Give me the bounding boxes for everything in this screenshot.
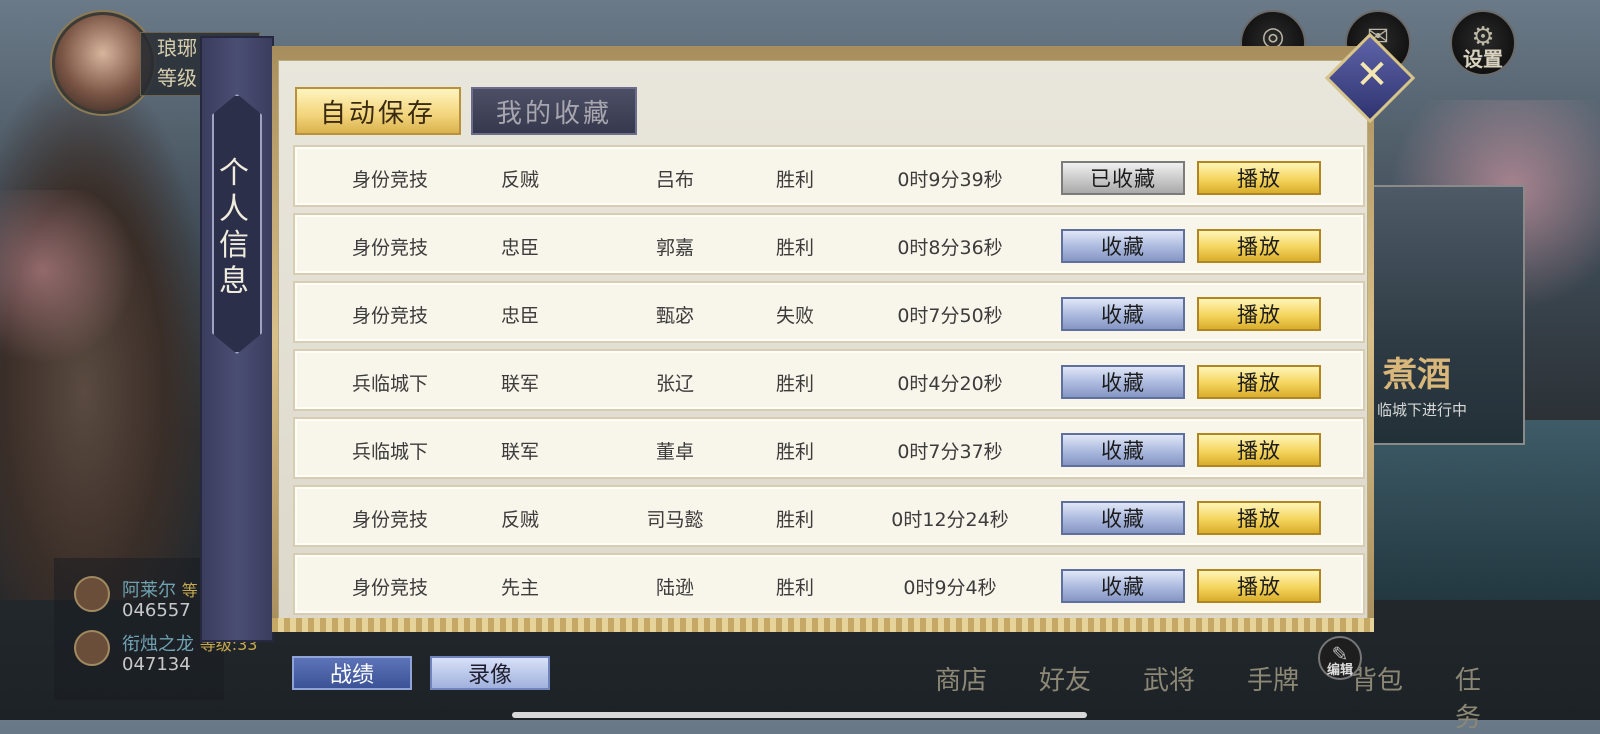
result-cell: 胜利: [775, 237, 814, 259]
settings-icon[interactable]: ⚙ 设置: [1450, 10, 1516, 76]
avatar: [74, 630, 110, 666]
table-row: 身份竞技 忠臣 甄宓 失败 0时7分50秒 收藏 播放: [293, 281, 1365, 343]
table-row: 兵临城下 联军 张辽 胜利 0时4分20秒 收藏 播放: [293, 349, 1365, 411]
favorite-button[interactable]: 收藏: [1061, 365, 1185, 399]
chat-panel[interactable]: 阿莱尔 等 046557 衔烛之龙 等级:33 047134: [54, 558, 258, 700]
result-cell: 失败: [775, 305, 814, 327]
role-cell: 反贼: [500, 509, 539, 531]
dialog-ribbon: [272, 618, 1374, 632]
tab-stats[interactable]: 战绩: [292, 656, 412, 690]
nav-friends[interactable]: 好友: [1039, 660, 1091, 697]
hero-cell: 郭嘉: [655, 237, 694, 259]
side-tab-label: 个人信息: [219, 156, 249, 299]
side-panel: [200, 36, 274, 642]
favorited-button[interactable]: 已收藏: [1061, 161, 1185, 195]
tab-my-favorites[interactable]: 我的收藏: [471, 87, 637, 135]
result-cell: 胜利: [775, 441, 814, 463]
hero-cell: 张辽: [655, 373, 694, 395]
nav-hand-cards[interactable]: 手牌: [1247, 660, 1299, 697]
role-cell: 联军: [500, 373, 539, 395]
avatar: [74, 576, 110, 612]
chat-id: 046557: [122, 600, 191, 621]
game-mode-cell: 身份竞技: [351, 577, 428, 599]
hero-cell: 董卓: [655, 441, 694, 463]
chat-id: 047134: [122, 654, 191, 675]
event-promo-card[interactable]: 煮酒 临城下进行中: [1355, 185, 1525, 445]
duration-cell: 0时9分39秒: [897, 169, 1003, 191]
chat-name: 阿莱尔: [122, 580, 176, 601]
play-button[interactable]: 播放: [1197, 433, 1321, 467]
duration-cell: 0时4分20秒: [897, 373, 1003, 395]
hero-cell: 陆逊: [655, 577, 694, 599]
result-cell: 胜利: [775, 509, 814, 531]
game-mode-cell: 身份竞技: [351, 509, 428, 531]
result-cell: 胜利: [775, 373, 814, 395]
background-blossom-left: [0, 190, 140, 390]
hero-cell: 甄宓: [655, 305, 694, 327]
chat-level: 等: [181, 581, 198, 600]
promo-title: 煮酒: [1383, 355, 1451, 395]
game-mode-cell: 兵临城下: [351, 441, 428, 463]
tab-auto-save[interactable]: 自动保存: [295, 87, 461, 135]
favorite-button[interactable]: 收藏: [1061, 433, 1185, 467]
game-mode-cell: 身份竞技: [351, 237, 428, 259]
play-button[interactable]: 播放: [1197, 297, 1321, 331]
role-cell: 忠臣: [500, 237, 539, 259]
favorite-button[interactable]: 收藏: [1061, 501, 1185, 535]
duration-cell: 0时7分37秒: [897, 441, 1003, 463]
play-button[interactable]: 播放: [1197, 161, 1321, 195]
favorite-button[interactable]: 收藏: [1061, 297, 1185, 331]
background-water: [1350, 420, 1600, 600]
promo-subtitle: 临城下进行中: [1377, 401, 1468, 419]
duration-cell: 0时12分24秒: [891, 509, 1009, 531]
role-cell: 反贼: [500, 169, 539, 191]
replay-dialog: 自动保存 我的收藏 身份竞技 反贼 吕布 胜利 0时9分39秒 已收藏 播放 身份竞技 忠臣 郭嘉…: [272, 46, 1374, 632]
play-button[interactable]: 播放: [1197, 365, 1321, 399]
home-indicator[interactable]: [512, 712, 1087, 718]
hero-cell: 吕布: [655, 169, 694, 191]
play-button[interactable]: 播放: [1197, 501, 1321, 535]
nav-shop[interactable]: 商店: [935, 660, 987, 697]
table-row: 身份竞技 忠臣 郭嘉 胜利 0时8分36秒 收藏 播放: [293, 213, 1365, 275]
hero-cell: 司马懿: [646, 509, 704, 531]
nav-generals[interactable]: 武将: [1143, 660, 1195, 697]
edit-icon[interactable]: ✎ 编辑: [1318, 636, 1362, 680]
role-cell: 先主: [500, 577, 539, 599]
duration-cell: 0时9分4秒: [903, 577, 997, 599]
game-mode-cell: 兵临城下: [351, 373, 428, 395]
chat-name: 衔烛之龙: [122, 634, 194, 655]
duration-cell: 0时7分50秒: [897, 305, 1003, 327]
close-icon[interactable]: ✕: [1352, 50, 1392, 100]
player-avatar[interactable]: [52, 12, 154, 114]
role-cell: 联军: [500, 441, 539, 463]
dialog-body: 自动保存 我的收藏 身份竞技 反贼 吕布 胜利 0时9分39秒 已收藏 播放 身份竞技 忠臣 郭嘉…: [278, 60, 1368, 622]
play-button[interactable]: 播放: [1197, 229, 1321, 263]
bottom-nav: 商店 好友 武将 手牌 背包 任务: [935, 660, 1495, 733]
favorite-button[interactable]: 收藏: [1061, 569, 1185, 603]
table-row: 兵临城下 联军 董卓 胜利 0时7分37秒 收藏 播放: [293, 417, 1365, 479]
table-row: 身份竞技 先主 陆逊 胜利 0时9分4秒 收藏 播放: [293, 553, 1365, 615]
game-mode-cell: 身份竞技: [351, 169, 428, 191]
favorite-button[interactable]: 收藏: [1061, 229, 1185, 263]
result-cell: 胜利: [775, 577, 814, 599]
play-button[interactable]: 播放: [1197, 569, 1321, 603]
table-row: 身份竞技 反贼 司马懿 胜利 0时12分24秒 收藏 播放: [293, 485, 1365, 547]
result-cell: 胜利: [775, 169, 814, 191]
tab-video[interactable]: 录像: [430, 656, 550, 690]
duration-cell: 0时8分36秒: [897, 237, 1003, 259]
game-mode-cell: 身份竞技: [351, 305, 428, 327]
role-cell: 忠臣: [500, 305, 539, 327]
table-row: 身份竞技 反贼 吕布 胜利 0时9分39秒 已收藏 播放: [293, 145, 1365, 207]
nav-tasks[interactable]: 任务: [1455, 660, 1495, 734]
